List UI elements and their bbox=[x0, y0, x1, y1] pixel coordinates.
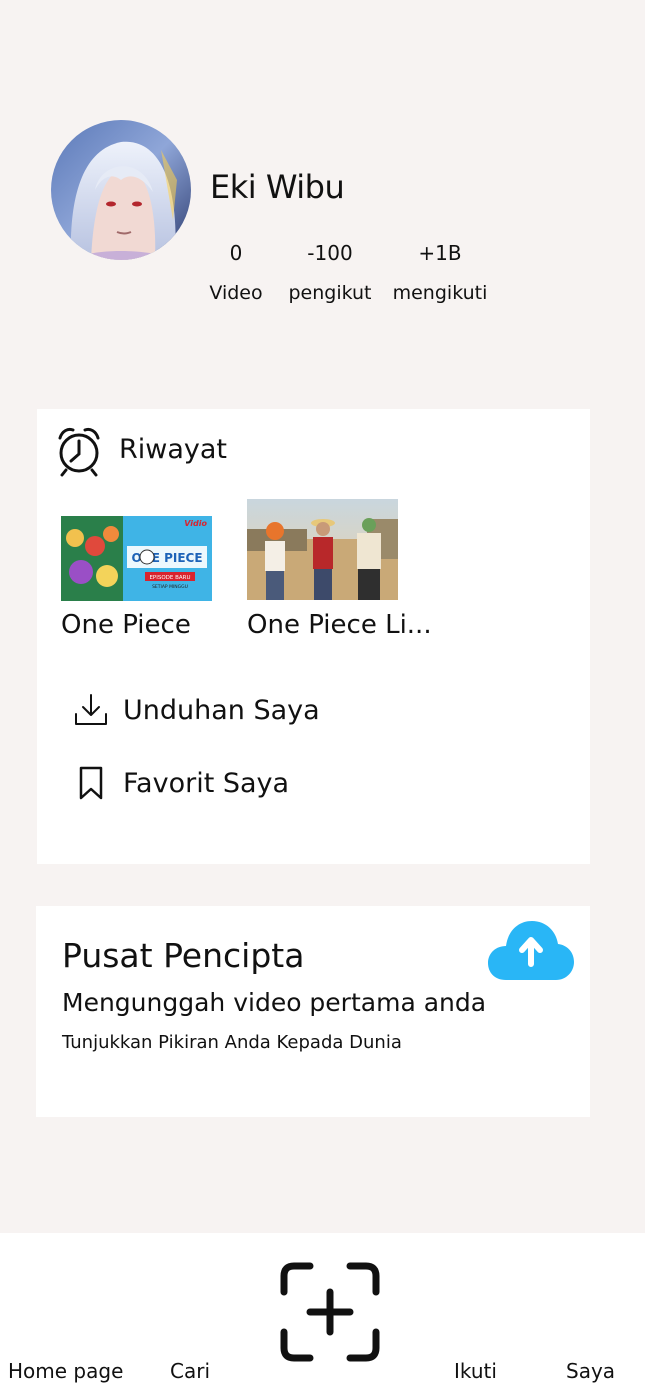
favorites-menu-item[interactable]: Favorit Saya bbox=[73, 765, 289, 801]
cloud-upload-icon[interactable] bbox=[488, 918, 574, 982]
creator-center-card[interactable]: Pusat Pencipta Mengunggah video pertama … bbox=[36, 906, 590, 1117]
download-icon bbox=[73, 692, 109, 728]
stat-followers-label: pengikut bbox=[288, 282, 372, 304]
alarm-clock-icon bbox=[56, 425, 102, 477]
nav-follow[interactable]: Ikuti bbox=[454, 1359, 497, 1383]
video-thumbnail[interactable] bbox=[247, 499, 398, 600]
creator-subtitle: Mengunggah video pertama anda bbox=[62, 988, 487, 1017]
history-card: Riwayat ONE PIECE EPISODE BARU SETIAP MI… bbox=[37, 409, 590, 864]
thumb-caption: EPISODE BARU bbox=[149, 575, 190, 581]
creator-description: Tunjukkan Pikiran Anda Kepada Dunia bbox=[62, 1032, 402, 1053]
stat-following[interactable]: +1B mengikuti bbox=[390, 241, 490, 304]
history-title: Riwayat bbox=[119, 434, 227, 465]
bottom-nav: Home page Cari Ikuti Saya bbox=[0, 1233, 645, 1398]
nav-home[interactable]: Home page bbox=[8, 1359, 123, 1383]
thumb-badge: Vidio bbox=[184, 519, 207, 528]
stat-video-count: 0 bbox=[229, 241, 243, 265]
scan-plus-icon[interactable] bbox=[280, 1262, 380, 1362]
profile-name: Eki Wibu bbox=[210, 168, 345, 206]
nav-search[interactable]: Cari bbox=[170, 1359, 210, 1383]
downloads-menu-item[interactable]: Unduhan Saya bbox=[73, 692, 320, 728]
downloads-label: Unduhan Saya bbox=[123, 694, 320, 726]
stat-following-label: mengikuti bbox=[392, 282, 488, 304]
stat-following-count: +1B bbox=[418, 241, 462, 265]
profile-page: Eki Wibu 0 Video -100 pengikut +1B mengi… bbox=[0, 0, 645, 1398]
avatar[interactable] bbox=[51, 120, 191, 260]
stat-video-label: Video bbox=[209, 282, 263, 304]
favorites-label: Favorit Saya bbox=[123, 767, 290, 799]
stat-followers-count: -100 bbox=[307, 241, 353, 265]
thumb-subcaption: SETIAP MINGGU bbox=[152, 584, 188, 590]
creator-title: Pusat Pencipta bbox=[62, 936, 305, 975]
nav-me[interactable]: Saya bbox=[566, 1359, 615, 1383]
stat-video[interactable]: 0 Video bbox=[204, 241, 268, 304]
stat-followers[interactable]: -100 pengikut bbox=[284, 241, 376, 304]
video-title[interactable]: One Piece Li... bbox=[247, 610, 432, 640]
bookmark-icon bbox=[73, 765, 109, 801]
video-thumbnail[interactable]: ONE PIECE EPISODE BARU SETIAP MINGGU Vid… bbox=[61, 516, 212, 601]
video-title[interactable]: One Piece bbox=[61, 610, 191, 640]
